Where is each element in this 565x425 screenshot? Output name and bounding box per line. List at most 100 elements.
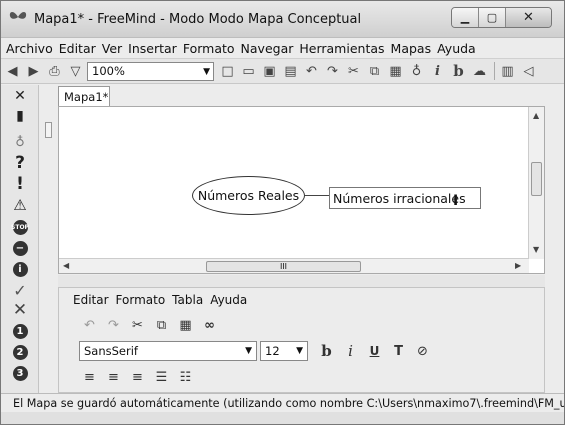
menu-ayuda[interactable]: Ayuda <box>437 41 476 56</box>
horizontal-scrollbar[interactable]: ◀ III ▶ <box>59 258 529 273</box>
bold-button[interactable]: b <box>316 341 337 361</box>
table-icon[interactable]: ▥ <box>498 62 517 81</box>
butterfly-icon <box>9 12 27 19</box>
open-icon[interactable]: ▭ <box>239 62 258 81</box>
cut-icon[interactable]: ✂ <box>127 315 148 335</box>
redo-icon[interactable]: ↷ <box>323 62 342 81</box>
align-left-icon[interactable]: ≡ <box>79 367 100 387</box>
note-menu-tabla[interactable]: Tabla <box>172 293 203 307</box>
window-title: Mapa1* - FreeMind - Modo Modo Mapa Conce… <box>34 12 362 27</box>
copy-icon[interactable]: ⧉ <box>151 315 172 335</box>
menu-insertar[interactable]: Insertar <box>128 41 177 56</box>
zoom-select[interactable]: 100% ▼ <box>87 61 214 81</box>
redo-icon[interactable]: ↷ <box>103 315 124 335</box>
main-toolbar: ◀ ▶ ⎙ ▽ 100% ▼ □ ▭ ▣ ▤ ↶ ↷ ✂ ⧉ ▦ ♁ i b ☁… <box>1 58 564 84</box>
trash-icon[interactable]: ▮ <box>11 107 29 125</box>
idea-icon[interactable]: ♁ <box>11 133 29 151</box>
horizontal-scroll-thumb[interactable]: III <box>206 261 361 272</box>
title-bar: Mapa1* - FreeMind - Modo Modo Mapa Conce… <box>1 1 564 38</box>
tab-mapa1[interactable]: Mapa1* <box>58 86 110 107</box>
note-menu-formato[interactable]: Formato <box>116 293 166 307</box>
scroll-left-icon[interactable]: ◀ <box>63 261 69 270</box>
chevron-down-icon: ▼ <box>203 66 210 77</box>
vertical-scrollbar[interactable]: ▲ ▼ <box>528 107 544 259</box>
note-toolbar-3: ≡ ≡ ≡ ☰ ☷ <box>79 367 199 387</box>
info-icon[interactable]: i <box>11 260 29 278</box>
italic-button[interactable]: i <box>340 341 361 361</box>
menu-editar[interactable]: Editar <box>59 41 96 56</box>
pane-splitter[interactable] <box>58 275 545 287</box>
stop-icon[interactable]: STOP <box>11 218 29 236</box>
note-editor-pane: Editar Formato Tabla Ayuda ↶ ↷ ✂ ⧉ ▦ ∞ S… <box>58 287 545 393</box>
menu-formato[interactable]: Formato <box>183 41 235 56</box>
numbered-list-icon[interactable]: ☷ <box>175 367 196 387</box>
minus-icon[interactable]: − <box>11 239 29 257</box>
font-size-select[interactable]: 12 ▼ <box>260 341 308 361</box>
menu-archivo[interactable]: Archivo <box>6 41 53 56</box>
close-button[interactable]: ✕ <box>506 8 551 27</box>
chevron-down-icon: ▼ <box>245 346 252 356</box>
arrow-left-icon[interactable]: ◁ <box>519 62 538 81</box>
cross-icon[interactable]: ✕ <box>11 300 29 320</box>
vertical-scroll-thumb[interactable] <box>531 162 542 196</box>
zoom-value: 100% <box>92 64 125 78</box>
scroll-up-icon[interactable]: ▲ <box>533 111 539 120</box>
root-node[interactable]: Números Reales <box>192 176 305 215</box>
back-icon[interactable]: ◀ <box>3 62 22 81</box>
underline-button[interactable]: U <box>364 341 385 361</box>
remove-format-icon[interactable]: ⊘ <box>412 341 433 361</box>
cut-icon[interactable]: ✂ <box>344 62 363 81</box>
note-editor-menu: Editar Formato Tabla Ayuda <box>73 293 254 307</box>
priority-2-icon[interactable]: 2 <box>11 343 29 361</box>
menu-herramientas[interactable]: Herramientas <box>299 41 384 56</box>
text-color-icon[interactable]: T <box>388 341 409 361</box>
close-icon[interactable]: ✕ <box>11 87 29 105</box>
italic-icon[interactable]: i <box>428 62 447 81</box>
text-cursor-icon: I <box>453 193 459 209</box>
bold-icon[interactable]: b <box>449 62 468 81</box>
maximize-button[interactable]: ▢ <box>479 8 506 27</box>
question-icon[interactable]: ? <box>11 153 29 173</box>
note-toolbar-2: SansSerif ▼ 12 ▼ b i U T ⊘ <box>79 341 436 361</box>
toolbar-grip[interactable] <box>42 87 54 387</box>
map-tabs: Mapa1* <box>55 85 564 107</box>
save-icon[interactable]: ▣ <box>260 62 279 81</box>
warning-icon[interactable]: ⚠ <box>11 196 29 214</box>
filter-icon[interactable]: ▽ <box>66 62 85 81</box>
menu-mapas[interactable]: Mapas <box>391 41 432 56</box>
save-as-icon[interactable]: ▤ <box>281 62 300 81</box>
note-menu-ayuda[interactable]: Ayuda <box>210 293 247 307</box>
cloud-icon[interactable]: ☁ <box>470 62 489 81</box>
paste-icon[interactable]: ▦ <box>386 62 405 81</box>
menu-ver[interactable]: Ver <box>102 41 122 56</box>
align-center-icon[interactable]: ≡ <box>103 367 124 387</box>
node-connector <box>305 195 331 196</box>
menu-bar: Archivo Editar Ver Insertar Formato Nave… <box>1 38 564 58</box>
find-icon[interactable]: ∞ <box>199 315 220 335</box>
priority-3-icon[interactable]: 3 <box>11 364 29 382</box>
scroll-down-icon[interactable]: ▼ <box>533 245 539 254</box>
bullet-list-icon[interactable]: ☰ <box>151 367 172 387</box>
align-right-icon[interactable]: ≡ <box>127 367 148 387</box>
print-icon[interactable]: ⎙ <box>45 62 64 81</box>
undo-icon[interactable]: ↶ <box>302 62 321 81</box>
forward-icon[interactable]: ▶ <box>24 62 43 81</box>
paste-icon[interactable]: ▦ <box>175 315 196 335</box>
menu-navegar[interactable]: Navegar <box>241 41 294 56</box>
new-icon[interactable]: □ <box>218 62 237 81</box>
idea-icon[interactable]: ♁ <box>407 62 426 81</box>
check-icon[interactable]: ✓ <box>11 281 29 300</box>
window-bottom-edge <box>1 412 564 424</box>
mind-map-canvas[interactable]: Números Reales Números irracionales I ▲ … <box>58 106 545 274</box>
note-menu-editar[interactable]: Editar <box>73 293 109 307</box>
font-family-select[interactable]: SansSerif ▼ <box>79 341 257 361</box>
undo-icon[interactable]: ↶ <box>79 315 100 335</box>
chevron-down-icon: ▼ <box>296 346 303 356</box>
font-size-value: 12 <box>265 344 280 358</box>
exclamation-icon[interactable]: ! <box>11 174 29 194</box>
icon-toolbar: ✕ ▮ ♁ ? ! ⚠ STOP − i ✓ ✕ 1 2 3 <box>1 85 39 397</box>
copy-icon[interactable]: ⧉ <box>365 62 384 81</box>
priority-1-icon[interactable]: 1 <box>11 322 29 340</box>
scroll-right-icon[interactable]: ▶ <box>515 261 521 270</box>
minimize-button[interactable]: ▁ <box>452 8 479 27</box>
